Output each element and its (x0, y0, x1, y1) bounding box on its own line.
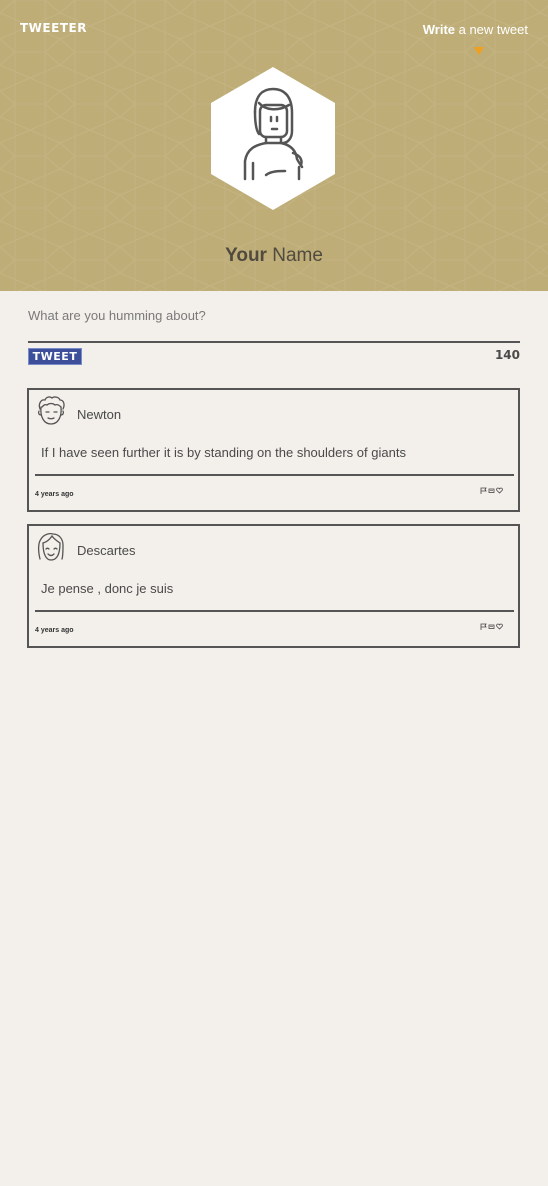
tweet-divider (35, 610, 514, 612)
compose-divider (28, 341, 520, 343)
profile-avatar[interactable] (211, 67, 335, 210)
tweet-card: Descartes Je pense , donc je suis 4 year… (27, 524, 520, 648)
tweet-username[interactable]: Descartes (77, 543, 136, 558)
curly-hair-avatar-icon (37, 396, 65, 425)
app-logo[interactable]: TWEETER (20, 21, 87, 35)
profile-first-name: Your (225, 245, 267, 266)
heart-icon[interactable] (496, 617, 503, 630)
tweet-timestamp: 4 years ago (35, 627, 74, 634)
char-count: 140 (494, 348, 520, 362)
heart-icon[interactable] (496, 481, 503, 494)
compose-input[interactable] (28, 304, 520, 326)
write-link-rest: a new tweet (455, 22, 528, 37)
write-new-tweet-link[interactable]: Write a new tweet (423, 22, 528, 37)
profile-header: TWEETER Write a new tweet Your Name (0, 0, 548, 291)
flag-icon[interactable] (480, 617, 487, 630)
profile-name: Your Name (0, 245, 548, 267)
write-link-strong: Write (422, 22, 455, 37)
tweet-text: If I have seen further it is by standing… (41, 445, 406, 460)
tweet-button[interactable]: TWEET (28, 348, 82, 365)
flag-icon[interactable] (480, 481, 487, 494)
retweet-icon[interactable] (488, 617, 495, 629)
tweet-text: Je pense , donc je suis (41, 581, 174, 596)
retweet-icon[interactable] (488, 481, 495, 493)
tweet-divider (35, 474, 514, 476)
arrow-down-icon[interactable] (473, 46, 485, 56)
tweet-card: Newton If I have seen further it is by s… (27, 388, 520, 512)
tweet-actions (480, 481, 503, 494)
profile-last-name: Name (266, 245, 323, 266)
tweet-username[interactable]: Newton (77, 407, 121, 422)
bob-hair-avatar-icon (37, 533, 64, 561)
tweet-timestamp: 4 years ago (35, 491, 74, 498)
tweet-actions (480, 617, 503, 630)
